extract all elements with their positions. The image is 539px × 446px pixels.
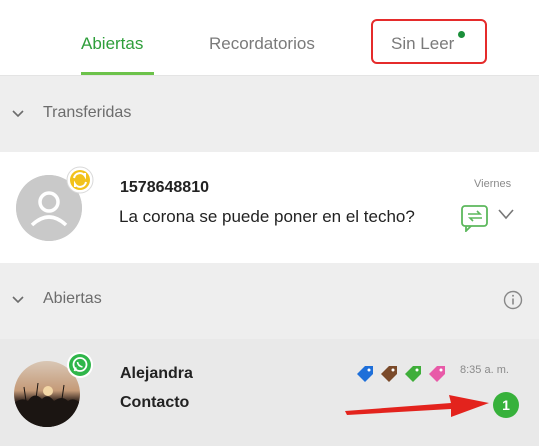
section-label-abiertas: Abiertas [43, 290, 102, 307]
reply-bubble-icon[interactable] [460, 204, 490, 232]
tab-recordatorios[interactable]: Recordatorios [209, 34, 315, 54]
last-message-preview: La corona se puede poner en el techo? [119, 207, 415, 226]
transfer-icon [66, 166, 94, 194]
contact-subtitle: Contacto [120, 394, 190, 411]
tag-icons[interactable] [355, 362, 455, 384]
contact-name: Alejandra [120, 365, 193, 382]
whatsapp-icon [67, 352, 93, 378]
chevron-down-icon [12, 110, 24, 118]
unread-count-badge: 1 [493, 392, 519, 418]
tab-bar: Abiertas Recordatorios Sin Leer [0, 0, 539, 76]
annotation-highlight-box [371, 19, 487, 64]
tab-abiertas[interactable]: Abiertas [81, 34, 143, 54]
tag-icon [405, 366, 421, 382]
tag-icon [429, 366, 445, 382]
tag-icon [381, 366, 397, 382]
chevron-down-icon[interactable] [497, 207, 515, 221]
section-header-abiertas[interactable]: Abiertas [0, 263, 539, 339]
contact-name: 1578648810 [120, 179, 209, 196]
annotation-arrow-icon [345, 395, 489, 417]
active-tab-underline [81, 72, 154, 75]
conversation-item[interactable]: 1578648810 La corona se puede poner en e… [0, 152, 539, 264]
conversation-time: Viernes [474, 178, 512, 190]
section-header-transferidas[interactable]: Transferidas [0, 76, 539, 152]
section-label-transferidas: Transferidas [43, 104, 132, 121]
tag-icon [357, 366, 373, 382]
chevron-down-icon [12, 296, 24, 304]
conversation-time: 8:35 a. m. [460, 364, 509, 376]
info-icon[interactable] [503, 290, 523, 310]
